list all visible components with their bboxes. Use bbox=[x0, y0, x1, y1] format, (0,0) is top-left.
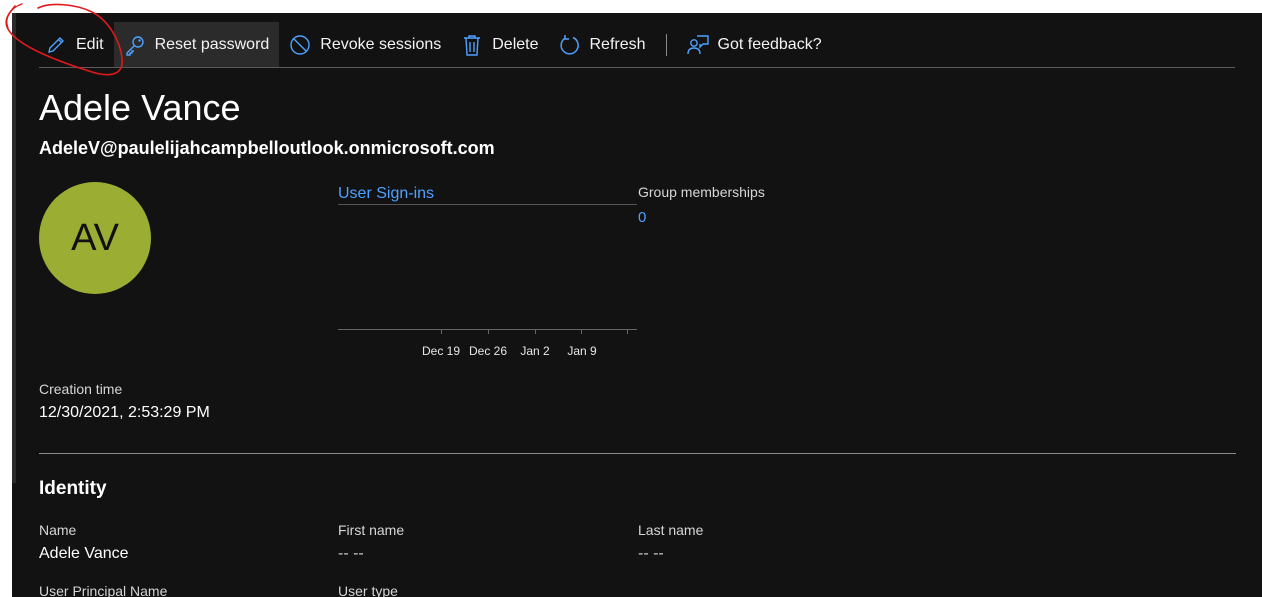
last-name-value: -- -- bbox=[638, 545, 664, 562]
revoke-sessions-label: Revoke sessions bbox=[320, 36, 442, 53]
sign-ins-title-underline bbox=[338, 204, 637, 205]
chart-tick-label: Jan 9 bbox=[567, 344, 597, 358]
trash-icon bbox=[461, 34, 483, 56]
feedback-label: Got feedback? bbox=[717, 36, 822, 53]
revoke-sessions-button[interactable]: Revoke sessions bbox=[279, 22, 451, 68]
user-principal-email: AdeleV@paulelijahcampbelloutlook.onmicro… bbox=[39, 138, 495, 158]
user-sign-ins-link[interactable]: User Sign-ins bbox=[338, 185, 434, 203]
chart-tick bbox=[535, 329, 536, 334]
first-name-value: -- -- bbox=[338, 545, 364, 562]
chart-tick bbox=[627, 329, 628, 334]
user-type-label: User type bbox=[338, 583, 398, 597]
chart-tick bbox=[488, 329, 489, 334]
creation-time-label: Creation time bbox=[39, 381, 123, 397]
last-name-label: Last name bbox=[638, 522, 704, 538]
name-label: Name bbox=[39, 522, 77, 538]
refresh-icon bbox=[559, 34, 581, 56]
delete-button[interactable]: Delete bbox=[451, 22, 548, 68]
chart-tick bbox=[441, 329, 442, 334]
edit-button[interactable]: Edit bbox=[12, 22, 114, 68]
toolbar-divider bbox=[39, 67, 1235, 68]
user-profile-pane: Edit Reset password Revoke sessions Dele… bbox=[12, 13, 1262, 597]
key-icon bbox=[124, 34, 146, 56]
reset-password-label: Reset password bbox=[154, 36, 270, 53]
avatar-initials: AV bbox=[71, 216, 119, 259]
group-memberships-count-link[interactable]: 0 bbox=[638, 209, 646, 226]
chart-tick bbox=[581, 329, 582, 334]
reset-password-button[interactable]: Reset password bbox=[113, 22, 280, 68]
command-bar: Edit Reset password Revoke sessions Dele… bbox=[12, 22, 832, 68]
feedback-button[interactable]: Got feedback? bbox=[677, 22, 832, 68]
identity-section-title: Identity bbox=[39, 478, 107, 499]
toolbar-separator bbox=[665, 34, 667, 56]
block-icon bbox=[289, 34, 311, 56]
refresh-label: Refresh bbox=[589, 36, 646, 53]
pencil-icon bbox=[45, 34, 67, 56]
refresh-button[interactable]: Refresh bbox=[549, 22, 656, 68]
name-value: Adele Vance bbox=[39, 545, 129, 562]
feedback-icon bbox=[686, 34, 709, 56]
creation-time-value: 12/30/2021, 2:53:29 PM bbox=[39, 404, 210, 421]
first-name-label: First name bbox=[338, 522, 405, 538]
user-principal-name-label: User Principal Name bbox=[39, 583, 168, 597]
avatar: AV bbox=[39, 182, 151, 294]
delete-label: Delete bbox=[492, 36, 539, 53]
section-divider bbox=[39, 453, 1236, 454]
left-border bbox=[12, 13, 16, 483]
group-memberships-label: Group memberships bbox=[638, 184, 765, 200]
page-title: Adele Vance bbox=[39, 87, 241, 128]
edit-button-label: Edit bbox=[76, 36, 104, 53]
